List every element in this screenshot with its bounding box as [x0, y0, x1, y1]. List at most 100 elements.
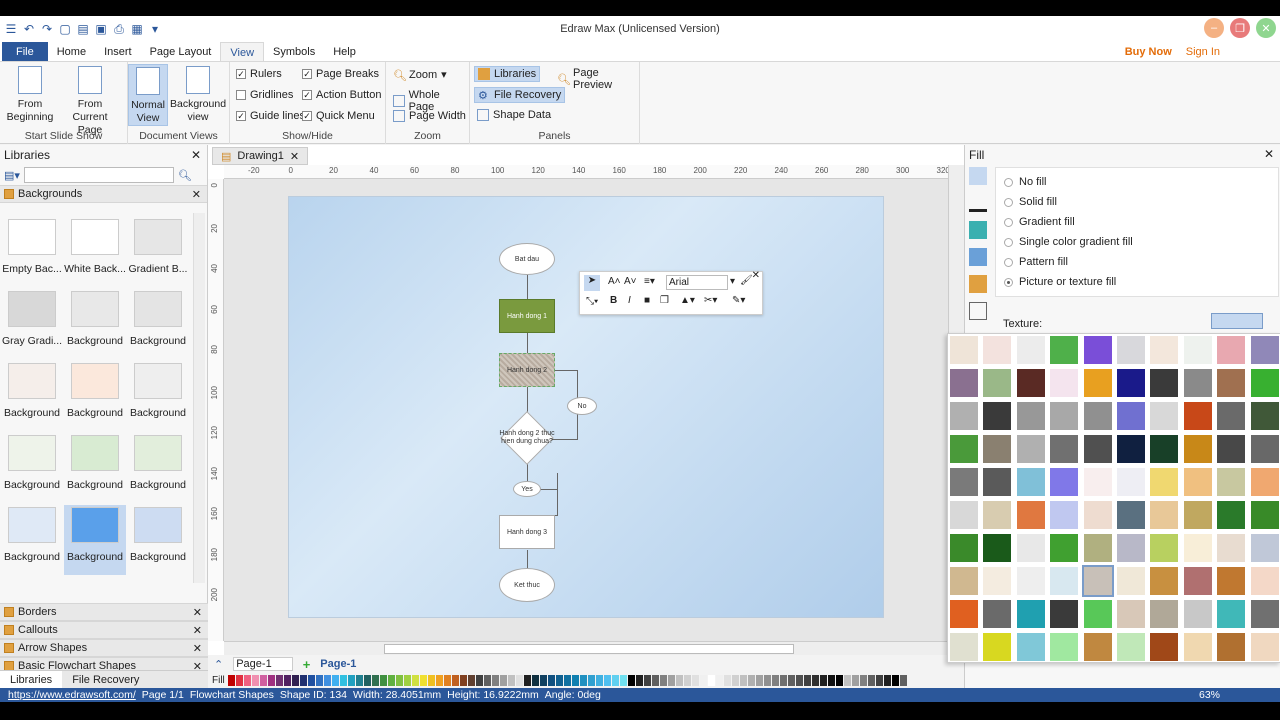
texture-swatch[interactable] [1217, 336, 1246, 364]
flow-end[interactable]: Ket thuc [499, 568, 555, 602]
color-swatch[interactable] [452, 675, 459, 686]
close-icon[interactable]: ✕ [193, 624, 202, 637]
color-swatch[interactable] [844, 675, 851, 686]
color-swatch[interactable] [892, 675, 899, 686]
buy-now-link[interactable]: Buy Now [1125, 42, 1172, 61]
texture-swatch[interactable] [1117, 633, 1145, 661]
bold-icon[interactable]: B [610, 295, 617, 306]
color-swatch[interactable] [572, 675, 579, 686]
texture-swatch[interactable] [1183, 534, 1212, 562]
texture-swatch[interactable] [1150, 402, 1179, 430]
category-arrow-shapes[interactable]: Arrow Shapes ✕ [0, 639, 208, 657]
texture-swatch[interactable] [1217, 501, 1246, 529]
shape-data-button[interactable]: Shape Data [474, 108, 554, 122]
color-swatch[interactable] [468, 675, 475, 686]
texture-swatch[interactable] [1250, 633, 1279, 661]
texture-swatch[interactable] [1117, 501, 1145, 529]
texture-swatch[interactable] [1016, 567, 1045, 595]
color-swatch[interactable] [612, 675, 619, 686]
color-swatch[interactable] [836, 675, 843, 686]
color-swatch[interactable] [364, 675, 371, 686]
flow-action-1[interactable]: Hanh dong 1 [499, 299, 555, 333]
color-swatch[interactable] [756, 675, 763, 686]
library-shape[interactable]: Gradient B... [127, 217, 189, 287]
color-swatch[interactable] [716, 675, 723, 686]
library-shape[interactable]: Background [64, 289, 126, 359]
gradient-fill-option[interactable]: Gradient fill [1004, 216, 1075, 228]
texture-swatch[interactable] [1150, 633, 1179, 661]
page-preview-button[interactable]: 🔍︎ Page Preview [554, 66, 639, 92]
texture-swatch[interactable] [1183, 600, 1212, 628]
texture-swatch[interactable] [1150, 369, 1179, 397]
color-swatch[interactable] [396, 675, 403, 686]
color-swatch[interactable] [620, 675, 627, 686]
texture-swatch[interactable] [1016, 633, 1045, 661]
gridlines-checkbox[interactable]: Gridlines [236, 89, 293, 101]
menu-file[interactable]: File [2, 42, 48, 61]
undo-icon[interactable]: ↶ [22, 22, 36, 36]
texture-swatch[interactable] [983, 633, 1012, 661]
texture-swatch[interactable] [1050, 435, 1079, 463]
texture-swatch[interactable] [950, 534, 978, 562]
texture-swatch[interactable] [950, 468, 978, 496]
pattern-fill-option[interactable]: Pattern fill [1004, 256, 1068, 268]
color-swatch[interactable] [412, 675, 419, 686]
close-icon[interactable]: ✕ [752, 270, 760, 281]
fill-icon[interactable]: ■ [644, 295, 650, 306]
library-shape[interactable]: Background [1, 505, 63, 575]
background-view-button[interactable]: Background view [170, 64, 226, 126]
menu-insert[interactable]: Insert [95, 42, 141, 61]
edit-icon[interactable]: ✎▾ [732, 295, 745, 306]
customize-qat-icon[interactable]: ▾ [148, 22, 162, 36]
normal-view-button[interactable]: Normal View [128, 64, 168, 126]
flow-decision[interactable]: Hanh dong 2 thuc hien dung chua? [499, 411, 555, 465]
texture-swatch[interactable] [983, 567, 1012, 595]
page-nav-icon[interactable]: ⌃ [214, 658, 223, 671]
color-swatch[interactable] [556, 675, 563, 686]
new-icon[interactable]: ▢ [58, 22, 72, 36]
menu-page-layout[interactable]: Page Layout [141, 42, 221, 61]
close-icon[interactable]: ✕ [192, 188, 201, 201]
texture-swatch[interactable] [1083, 633, 1112, 661]
color-swatch[interactable] [332, 675, 339, 686]
color-swatch[interactable] [252, 675, 259, 686]
color-swatch[interactable] [516, 675, 523, 686]
color-swatch[interactable] [540, 675, 547, 686]
flow-action-2-selected[interactable]: Hanh dong 2 [499, 353, 555, 387]
connector-icon[interactable]: ⤡▾ [586, 296, 598, 307]
grow-font-icon[interactable]: A˄ [608, 276, 621, 287]
picture-texture-fill-option[interactable]: Picture or texture fill [1004, 276, 1116, 288]
color-swatch[interactable] [740, 675, 747, 686]
texture-swatch[interactable] [1183, 336, 1212, 364]
texture-swatch[interactable] [1183, 402, 1212, 430]
color-swatch[interactable] [316, 675, 323, 686]
texture-swatch[interactable] [983, 534, 1012, 562]
texture-swatch[interactable] [1083, 600, 1112, 628]
texture-swatch[interactable] [983, 336, 1012, 364]
texture-swatch[interactable] [983, 468, 1012, 496]
app-menu-icon[interactable]: ☰ [4, 22, 18, 36]
texture-swatch[interactable] [1016, 336, 1045, 364]
color-swatch[interactable] [548, 675, 555, 686]
text-tab-icon[interactable] [969, 302, 987, 320]
color-swatch[interactable] [324, 675, 331, 686]
color-swatch[interactable] [292, 675, 299, 686]
library-shape[interactable]: Background [127, 433, 189, 503]
guide-lines-checkbox[interactable]: ✓ Guide lines [236, 110, 305, 122]
texture-swatch[interactable] [1083, 501, 1112, 529]
menu-help[interactable]: Help [324, 42, 365, 61]
canvas-horizontal-scrollbar[interactable] [224, 641, 948, 655]
texture-swatch[interactable] [1016, 468, 1045, 496]
texture-swatch[interactable] [1050, 633, 1079, 661]
texture-swatch[interactable] [950, 369, 978, 397]
libraries-button[interactable]: Libraries [474, 66, 541, 82]
tab-libraries[interactable]: Libraries [0, 671, 63, 688]
close-icon[interactable]: ✕ [290, 150, 299, 163]
texture-swatch[interactable] [1217, 369, 1246, 397]
color-swatch[interactable] [684, 675, 691, 686]
color-swatch[interactable] [644, 675, 651, 686]
texture-swatch[interactable] [1250, 600, 1279, 628]
color-swatch[interactable] [628, 675, 635, 686]
texture-swatch[interactable] [1217, 633, 1246, 661]
texture-swatch[interactable] [1250, 468, 1279, 496]
